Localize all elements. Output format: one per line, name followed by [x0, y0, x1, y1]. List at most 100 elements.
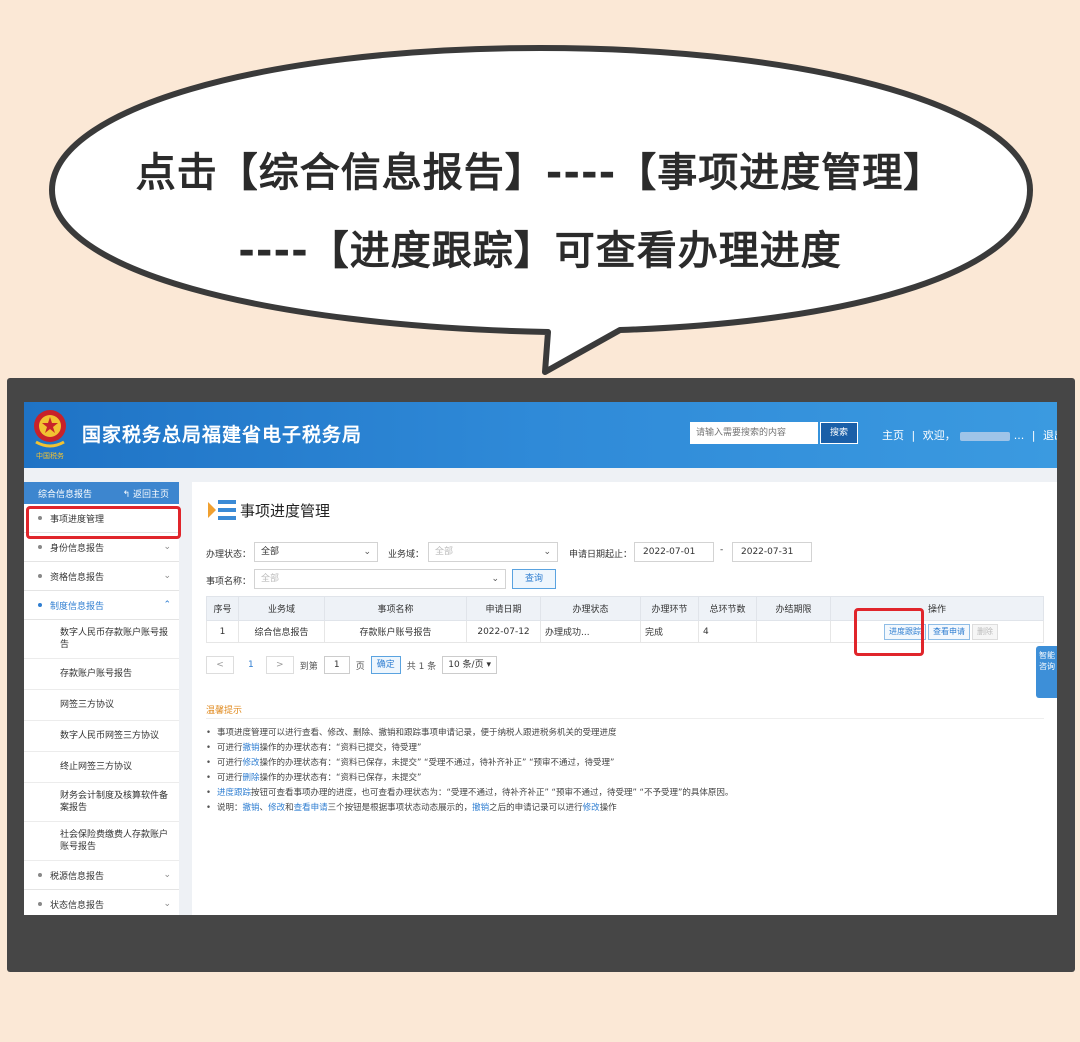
tip-text: 三个按钮是根据事项状态动态展示的， — [327, 803, 473, 813]
chevron-down-icon: ⌄ — [163, 870, 171, 880]
chevron-up-icon: ⌃ — [163, 600, 171, 610]
tip-text: 可进行 — [217, 743, 243, 753]
smart-consult-tab[interactable]: 智能咨询 — [1036, 646, 1057, 698]
tip-text: 可进行 — [217, 758, 243, 768]
tips-divider — [206, 718, 1044, 719]
site-title: 国家税务总局福建省电子税务局 — [82, 424, 363, 446]
tip-item: 可进行删除操作的办理状态有：“资料已保存，未提交” — [206, 771, 1046, 786]
delete-button[interactable]: 删除 — [972, 623, 998, 640]
cell-status: 办理成功... — [540, 620, 641, 643]
highlight-box-track-button — [854, 608, 924, 656]
sidebar-subitem[interactable]: 数字人民币网签三方协议 — [24, 721, 179, 752]
sidebar-item-system[interactable]: 制度信息报告 ⌃ — [24, 591, 179, 620]
logout-link[interactable]: 退出 — [1043, 429, 1057, 442]
sidebar-subitem[interactable]: 终止网签三方协议 — [24, 752, 179, 783]
bullet-icon — [38, 603, 42, 607]
sidebar-subitem[interactable]: 存款账户账号报告 — [24, 659, 179, 690]
sidebar-item-qualification[interactable]: 资格信息报告 ⌄ — [24, 562, 179, 591]
bullet-icon — [38, 545, 42, 549]
page-title: 事项进度管理 — [240, 501, 331, 520]
sidebar-header: 综合信息报告 ↰ 返回主页 — [24, 482, 179, 504]
divider: | — [911, 429, 916, 442]
back-home-link[interactable]: ↰ 返回主页 — [123, 487, 169, 500]
header-links: 主页 | 欢迎，... | 退出 — [882, 427, 1057, 443]
tip-text: 操作 — [599, 803, 617, 813]
sidebar-item-taxsource[interactable]: 税源信息报告 ⌄ — [24, 861, 179, 890]
tip-item: 进度跟踪按钮可查看事项办理的进度，也可查看办理状态为：“受理不通过，待补齐补正”… — [206, 786, 1046, 801]
tip-text: 操作的办理状态有：“资料已提交，待受理” — [259, 743, 422, 753]
next-page-button[interactable]: > — [265, 656, 294, 674]
page-number-input[interactable]: 1 — [323, 656, 350, 674]
domain-select-value: 全部 — [435, 547, 454, 557]
home-link[interactable]: 主页 — [882, 429, 904, 442]
col-header: 申请日期 — [466, 596, 541, 621]
sidebar-item-status[interactable]: 状态信息报告 ⌄ — [24, 890, 179, 915]
col-header: 总环节数 — [698, 596, 757, 621]
sidebar-title: 综合信息报告 — [38, 489, 93, 500]
speech-bubble: 点击【综合信息报告】----【事项进度管理】 ----【进度跟踪】可查看办理进度 — [0, 0, 1080, 380]
query-button[interactable]: 查询 — [512, 569, 556, 589]
confirm-page-button[interactable]: 确定 — [370, 656, 401, 674]
name-select[interactable]: 全部 ⌄ — [254, 569, 506, 589]
status-select[interactable]: 全部 ⌄ — [254, 542, 378, 562]
sidebar-item-label: 制度信息报告 — [50, 601, 105, 612]
date-from-input[interactable]: 2022-07-01 — [634, 542, 714, 562]
back-home-label: 返回主页 — [132, 489, 169, 500]
date-filter-label: 申请日期起止： — [569, 550, 633, 560]
tip-keyword: 撤销 — [472, 803, 490, 813]
cell-date: 2022-07-12 — [466, 620, 541, 643]
search-input[interactable] — [690, 422, 818, 444]
page-size-select[interactable]: 10 条/页 ▾ — [442, 656, 497, 674]
bubble-line-1: 点击【综合信息报告】----【事项进度管理】 — [135, 150, 945, 196]
sidebar: 综合信息报告 ↰ 返回主页 事项进度管理 身份信息报告 ⌄ 资格信息报告 ⌄ 制… — [24, 482, 179, 915]
page-unit-label: 页 — [355, 661, 365, 672]
chevron-down-icon: ⌄ — [363, 547, 371, 557]
name-filter-label: 事项名称： — [206, 577, 252, 587]
main-content: 事项进度管理 办理状态： 全部 ⌄ 业务域： 全部 ⌄ 申请日期起止： 2022… — [192, 482, 1057, 915]
chevron-down-icon: ⌄ — [163, 542, 171, 552]
current-page[interactable]: 1 — [248, 660, 254, 670]
pagination: < 1 > 到第 1 页 确定 共 1 条 10 条/页 ▾ — [206, 656, 497, 674]
tip-keyword: 修改 — [268, 803, 286, 813]
col-header: 办结期限 — [756, 596, 831, 621]
tip-keyword: 进度跟踪 — [217, 788, 252, 798]
page-title-bar: 事项进度管理 — [206, 496, 330, 524]
tip-text: 、 — [259, 803, 269, 813]
view-application-button[interactable]: 查看申请 — [928, 623, 970, 640]
sidebar-subitem[interactable]: 社会保险费缴费人存款账户账号报告 — [24, 822, 179, 861]
tip-item: 可进行修改操作的办理状态有：“资料已保存，未提交” “受理不通过，待补齐补正” … — [206, 756, 1046, 771]
col-header: 办理状态 — [540, 596, 641, 621]
sidebar-subitem[interactable]: 网签三方协议 — [24, 690, 179, 721]
tip-text: 可进行 — [217, 773, 243, 783]
bullet-icon — [38, 574, 42, 578]
chevron-down-icon: ⌄ — [491, 574, 499, 584]
cell-deadline — [756, 620, 831, 643]
masked-username — [959, 431, 1010, 441]
tip-text: 说明： — [217, 803, 243, 813]
prev-page-button[interactable]: < — [206, 656, 234, 674]
cell-domain: 综合信息报告 — [238, 620, 325, 643]
tip-keyword: 删除 — [242, 773, 260, 783]
sidebar-item-label: 身份信息报告 — [50, 543, 105, 554]
tip-text: 事项进度管理可以进行查看、修改、删除、撤销和跟踪事项申请记录，便于纳税人跟进税务… — [217, 728, 617, 738]
sidebar-item-label: 税源信息报告 — [50, 871, 105, 882]
col-header: 办理环节 — [640, 596, 699, 621]
tips-list: 事项进度管理可以进行查看、修改、删除、撤销和跟踪事项申请记录，便于纳税人跟进税务… — [206, 726, 1046, 816]
domain-select[interactable]: 全部 ⌄ — [428, 542, 558, 562]
cell-no: 1 — [206, 620, 239, 643]
divider: | — [1031, 429, 1036, 442]
sidebar-subitem[interactable]: 财务会计制度及核算软件备案报告 — [24, 783, 179, 822]
domain-filter-label: 业务域： — [388, 550, 425, 560]
tip-item: 可进行撤销操作的办理状态有：“资料已提交，待受理” — [206, 741, 1046, 756]
tip-keyword: 修改 — [242, 758, 260, 768]
name-select-value: 全部 — [261, 574, 280, 584]
chevron-down-icon: ⌄ — [163, 571, 171, 581]
col-header: 业务域 — [238, 596, 325, 621]
welcome-text: 欢迎， — [922, 429, 956, 442]
page-size-value: 10 条/页 — [448, 660, 484, 670]
search-button[interactable]: 搜索 — [820, 422, 858, 444]
status-filter-label: 办理状态： — [206, 550, 252, 560]
svg-text:中国税务: 中国税务 — [36, 451, 64, 460]
sidebar-subitem[interactable]: 数字人民币存款账户账号报告 — [24, 620, 179, 659]
date-to-input[interactable]: 2022-07-31 — [732, 542, 812, 562]
